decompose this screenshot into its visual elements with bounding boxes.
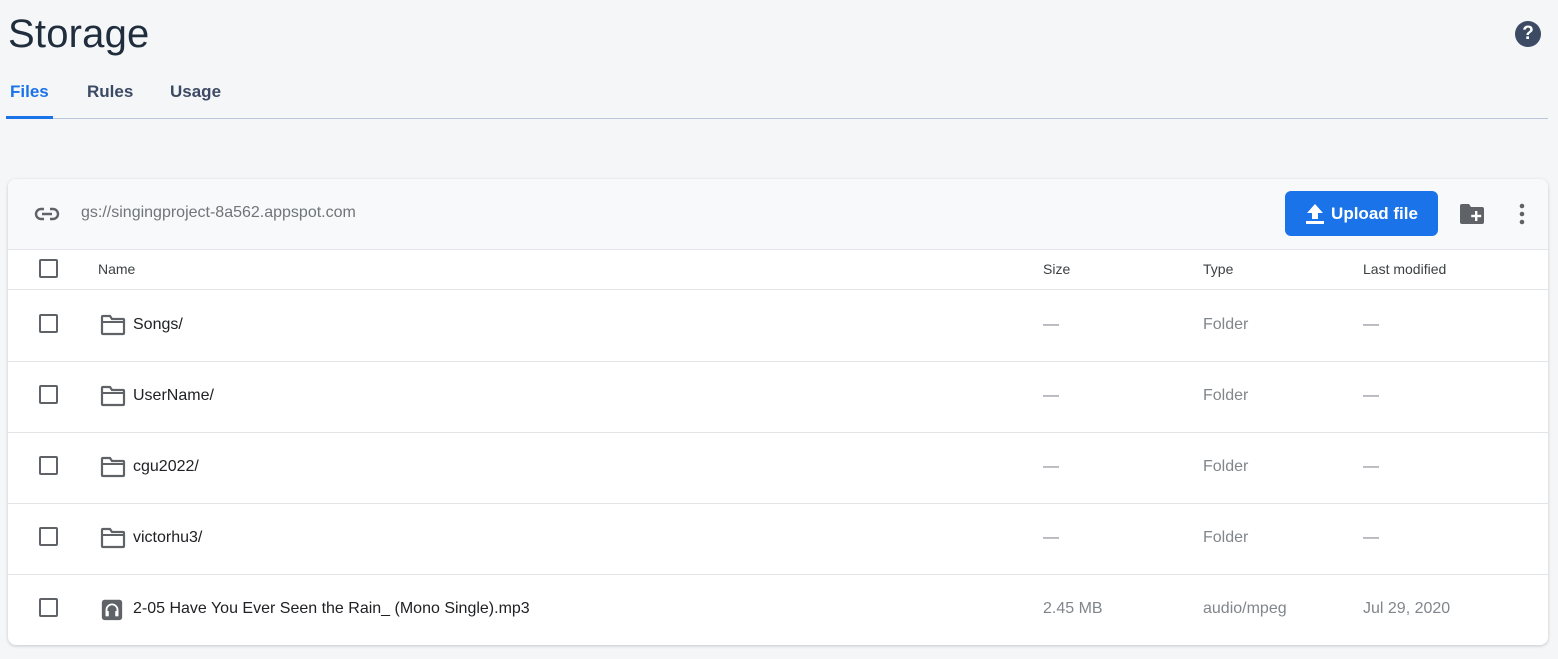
column-header-last-modified[interactable]: Last modified	[1363, 261, 1446, 277]
file-name[interactable]: UserName/	[133, 387, 214, 405]
row-checkbox[interactable]	[39, 527, 58, 546]
bucket-url[interactable]: gs://singingproject-8a562.appspot.com	[81, 204, 356, 222]
folder-icon	[100, 385, 126, 407]
upload-file-button[interactable]: Upload file	[1285, 191, 1438, 236]
link-icon[interactable]	[34, 205, 60, 223]
file-type: Folder	[1203, 316, 1249, 333]
file-name[interactable]: Songs/	[133, 316, 183, 334]
upload-file-label: Upload file	[1331, 203, 1418, 223]
column-header-size[interactable]: Size	[1043, 261, 1070, 277]
page-title: Storage	[8, 12, 150, 56]
file-last-modified: —	[1363, 458, 1379, 475]
file-size: —	[1043, 458, 1059, 475]
help-icon[interactable]: ?	[1515, 21, 1541, 47]
file-last-modified: —	[1363, 387, 1379, 404]
file-type: Folder	[1203, 529, 1249, 546]
files-card: gs://singingproject-8a562.appspot.com Up…	[8, 179, 1548, 645]
folder-icon	[100, 314, 126, 336]
file-size: —	[1043, 316, 1059, 333]
column-header-type[interactable]: Type	[1203, 261, 1233, 277]
tab-usage[interactable]: Usage	[166, 82, 225, 118]
select-all-checkbox[interactable]	[39, 259, 58, 278]
new-folder-icon[interactable]	[1459, 203, 1485, 225]
tab-bar: Files Rules Usage	[6, 72, 1548, 119]
table-row[interactable]: Songs/ — Folder —	[8, 290, 1548, 362]
bucket-toolbar: gs://singingproject-8a562.appspot.com Up…	[8, 179, 1548, 250]
more-vert-icon[interactable]	[1512, 201, 1532, 227]
row-checkbox[interactable]	[39, 314, 58, 333]
file-size: —	[1043, 529, 1059, 546]
file-last-modified: —	[1363, 316, 1379, 333]
folder-icon	[100, 527, 126, 549]
table-row[interactable]: 2-05 Have You Ever Seen the Rain_ (Mono …	[8, 574, 1548, 645]
row-checkbox[interactable]	[39, 598, 58, 617]
row-checkbox[interactable]	[39, 385, 58, 404]
table-header: Name Size Type Last modified	[8, 249, 1548, 290]
audio-file-icon	[101, 599, 123, 621]
file-size: 2.45 MB	[1043, 600, 1103, 617]
row-checkbox[interactable]	[39, 456, 58, 475]
file-name[interactable]: victorhu3/	[133, 529, 202, 547]
file-type: audio/mpeg	[1203, 600, 1287, 617]
file-type: Folder	[1203, 387, 1249, 404]
tab-files[interactable]: Files	[6, 82, 53, 119]
upload-icon	[1306, 203, 1325, 224]
file-last-modified: Jul 29, 2020	[1363, 600, 1451, 617]
file-type: Folder	[1203, 458, 1249, 475]
table-row[interactable]: cgu2022/ — Folder —	[8, 432, 1548, 504]
tab-rules[interactable]: Rules	[83, 82, 137, 118]
table-row[interactable]: UserName/ — Folder —	[8, 361, 1548, 433]
file-name[interactable]: 2-05 Have You Ever Seen the Rain_ (Mono …	[133, 600, 530, 618]
table-row[interactable]: victorhu3/ — Folder —	[8, 503, 1548, 575]
file-name[interactable]: cgu2022/	[133, 458, 199, 476]
folder-icon	[100, 456, 126, 478]
file-last-modified: —	[1363, 529, 1379, 546]
file-size: —	[1043, 387, 1059, 404]
column-header-name[interactable]: Name	[98, 261, 135, 277]
